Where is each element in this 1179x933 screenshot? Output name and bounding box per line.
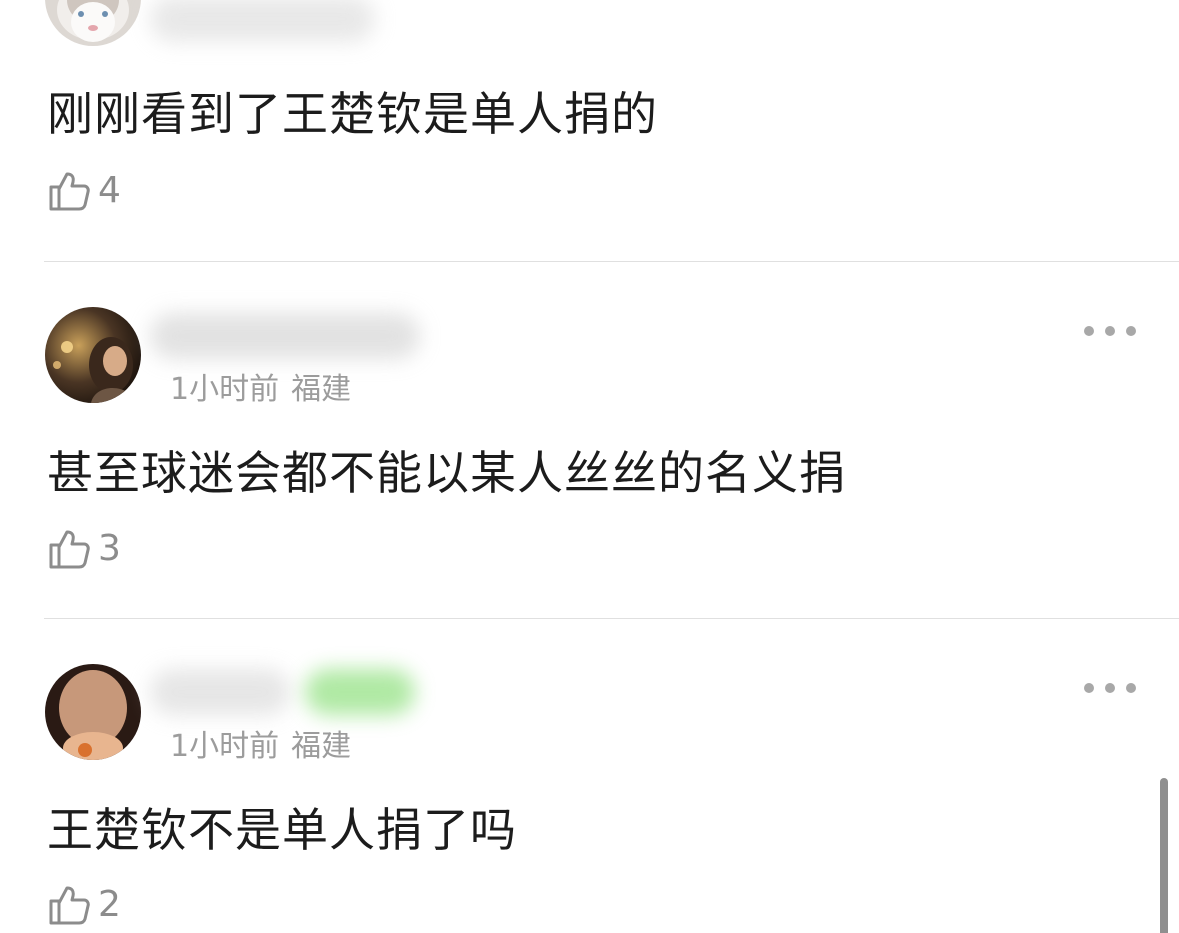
thumbs-up-icon [49,172,90,211]
like-count: 4 [98,170,121,211]
blurred-badge [305,669,415,715]
more-options-button[interactable] [1084,319,1136,343]
avatar[interactable] [45,664,141,760]
like-button[interactable]: 4 [46,167,121,215]
scrollbar[interactable] [1160,778,1168,933]
comment-item: 1小时前 福建 王楚钦不是单人捐了吗 2 [0,619,1179,933]
like-button[interactable]: 3 [46,525,121,573]
thumbs-up-icon [49,530,90,569]
comment-location: 福建 [291,372,352,407]
avatar[interactable] [45,0,141,46]
blurred-username [150,669,290,715]
comment-location: 福建 [291,729,352,764]
more-options-icon [1084,683,1094,693]
comment-text: 刚刚看到了王楚钦是单人捐的 [47,87,658,141]
comment-list: 刚刚看到了王楚钦是单人捐的 4 1小时前 福建 甚至球迷会都不能以某人丝丝的名义… [0,0,1179,933]
like-count: 2 [98,884,121,925]
like-count: 3 [98,528,121,569]
blurred-username [150,0,375,42]
thumbs-up-icon [49,886,90,925]
comment-meta: 1小时前 福建 [170,364,351,408]
comment-text: 甚至球迷会都不能以某人丝丝的名义捐 [47,446,846,500]
comment-item: 1小时前 福建 甚至球迷会都不能以某人丝丝的名义捐 3 [0,262,1179,618]
more-options-icon [1084,326,1094,336]
blurred-username [150,313,420,359]
avatar[interactable] [45,307,141,403]
comment-item: 刚刚看到了王楚钦是单人捐的 4 [0,0,1179,262]
comment-meta: 1小时前 福建 [170,721,351,765]
comment-time: 1小时前 [170,372,280,407]
like-button[interactable]: 2 [46,881,121,929]
comment-time: 1小时前 [170,729,280,764]
comment-text: 王楚钦不是单人捐了吗 [47,803,517,857]
more-options-button[interactable] [1084,676,1136,700]
